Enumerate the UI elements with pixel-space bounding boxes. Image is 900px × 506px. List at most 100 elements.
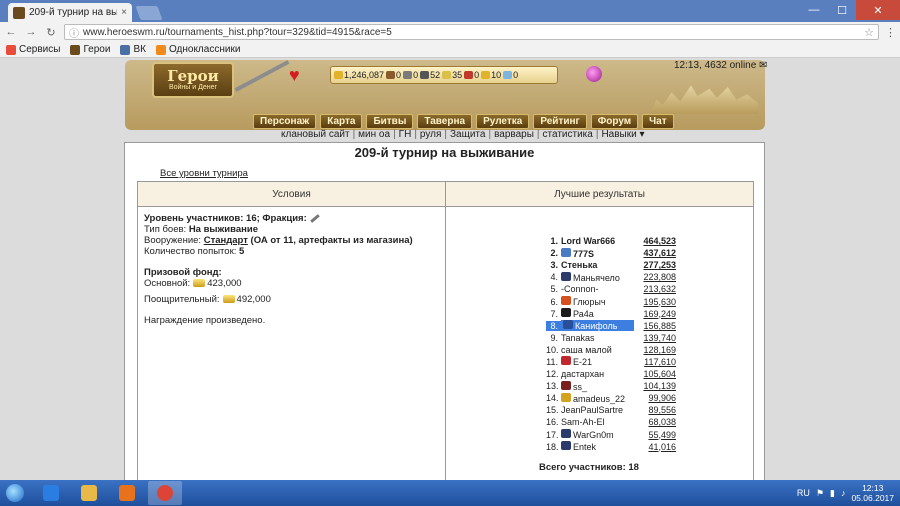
taskbar-chrome-button[interactable] [148,481,182,505]
result-score[interactable]: 89,556 [634,405,676,415]
result-name[interactable]: Стенька [561,260,634,270]
result-score[interactable]: 195,630 [634,297,676,307]
result-name[interactable]: Tanakas [561,333,634,343]
mail-icon[interactable]: ✉ [759,60,767,71]
forward-icon[interactable]: → [24,25,38,39]
taskbar-explorer-button[interactable] [72,481,106,505]
close-window-button[interactable]: ✕ [856,0,900,20]
result-score[interactable]: 169,249 [634,309,676,319]
result-name[interactable]: Канифоль [561,320,634,332]
result-name[interactable]: Глюрыч [561,296,634,307]
result-name[interactable]: Sam-Ah-El [561,417,634,427]
language-indicator[interactable]: RU [797,488,810,498]
result-rank: 5. [550,284,558,295]
subnav-link[interactable]: варвары [494,129,534,140]
taskbar-media-button[interactable] [110,481,144,505]
browser-tab[interactable]: 209-й турнир на выжив × [8,3,132,22]
volume-icon[interactable]: ♪ [841,488,846,498]
result-name-text: ss_ [573,381,588,392]
result-score[interactable]: 55,499 [634,430,676,440]
result-name[interactable]: Е-21 [561,356,634,367]
result-score[interactable]: 68,038 [634,417,676,427]
level-label: Уровень участников: 16; [144,213,260,224]
maximize-button[interactable]: ☐ [828,0,856,20]
armament-link[interactable]: Стандарт [204,235,248,246]
result-score[interactable]: 41,016 [634,442,676,452]
nav-item[interactable]: Таверна [417,114,473,129]
result-row: 10. саша малой 128,169 [546,344,676,356]
result-score[interactable]: 139,740 [634,333,676,343]
result-score[interactable]: 277,253 [634,260,676,270]
subnav-link[interactable]: ГН [399,129,412,140]
result-name[interactable]: саша малой [561,345,634,355]
nav-item[interactable]: Битвы [366,114,414,129]
new-tab-button[interactable] [135,6,163,20]
results-list: 1. Lord War666 464,523 2. 777S 437,612 3. Стень… [546,235,676,453]
nav-item[interactable]: Персонаж [253,114,317,129]
bookmark-star-icon[interactable]: ☆ [864,26,874,39]
result-score[interactable]: 104,139 [634,381,676,391]
flag-icon[interactable]: ⚑ [816,488,824,499]
result-score[interactable]: 117,610 [634,357,676,367]
result-score[interactable]: 128,169 [634,345,676,355]
nav-item[interactable]: Форум [590,114,639,129]
taskbar-ie-button[interactable] [34,481,68,505]
result-score[interactable]: 99,906 [634,393,676,403]
result-name[interactable]: -Connon- [561,284,634,294]
table-header: Условия Лучшие результаты [138,182,753,207]
result-name[interactable]: WarGn0m [561,429,634,440]
back-icon[interactable]: ← [4,25,18,39]
bookmark-item[interactable]: Герои [70,44,110,55]
system-clock[interactable]: 12:13 05.06.2017 [851,483,894,503]
result-score[interactable]: 156,885 [634,321,676,331]
tab-close-icon[interactable]: × [121,7,127,18]
result-name[interactable]: ss_ [561,380,634,392]
result-name-text: Глюрыч [573,297,606,308]
bookmark-item[interactable]: ВК [120,44,146,55]
all-levels-link[interactable]: Все уровни турнира [160,168,248,179]
subnav-link[interactable]: руля [420,129,441,140]
logo-subtitle: Войны и Денег [168,84,218,91]
result-name[interactable]: 777S [561,247,634,259]
chrome-menu-icon[interactable]: ⋮ [885,26,896,39]
bookmark-icon [70,44,81,55]
results-cell: 1. Lord War666 464,523 2. 777S 437,612 3. Стень… [446,207,753,480]
result-name[interactable]: JeanPaulSartre [561,405,634,415]
nav-item[interactable]: Чат [642,114,674,129]
result-score[interactable]: 223,808 [634,272,676,282]
nav-item[interactable]: Рулетка [476,114,530,129]
result-name[interactable]: Маньячело [561,271,634,283]
start-button[interactable] [0,480,30,506]
subnav-link[interactable]: клановый сайт [281,129,350,140]
game-logo[interactable]: Герои Войны и Денег [152,62,234,98]
bookmark-item[interactable]: Одноклассники [155,44,240,55]
nav-item[interactable]: Карта [320,114,363,129]
minimize-button[interactable]: — [800,0,828,20]
result-name-text: Tanakas [561,332,595,343]
result-score[interactable]: 213,632 [634,284,676,294]
faction-icon [309,214,320,223]
subnav-link[interactable]: Навыки ▾ [601,129,644,140]
subnav-link[interactable]: статистика [543,129,593,140]
subnav-link[interactable]: Защита [450,129,485,140]
resource-value: 0 [474,70,480,80]
reload-icon[interactable]: ↻ [44,25,58,39]
result-name[interactable]: Entek [561,441,634,452]
network-icon[interactable]: ▮ [830,488,835,499]
result-name[interactable]: дастархан [561,369,634,379]
result-name[interactable]: Lord War666 [561,236,634,246]
nav-item[interactable]: Рейтинг [533,114,587,129]
subnav-link[interactable]: мин оа [358,129,390,140]
result-score[interactable]: 437,612 [634,248,676,258]
resource-icon [503,71,513,79]
result-rank: 6. [550,296,558,307]
address-bar[interactable]: ⓘ www.heroeswm.ru/tournaments_hist.php?t… [64,24,879,40]
result-score[interactable]: 464,523 [634,236,676,246]
result-score[interactable]: 105,604 [634,369,676,379]
result-name[interactable]: Ра4а [561,308,634,319]
result-name[interactable]: amadeus_22 [561,392,634,404]
page-info-icon[interactable]: ⓘ [69,25,79,40]
resource-value: 52 [430,70,441,80]
subnav-separator: | [414,129,417,140]
bookmark-item[interactable]: Сервисы [6,44,60,55]
